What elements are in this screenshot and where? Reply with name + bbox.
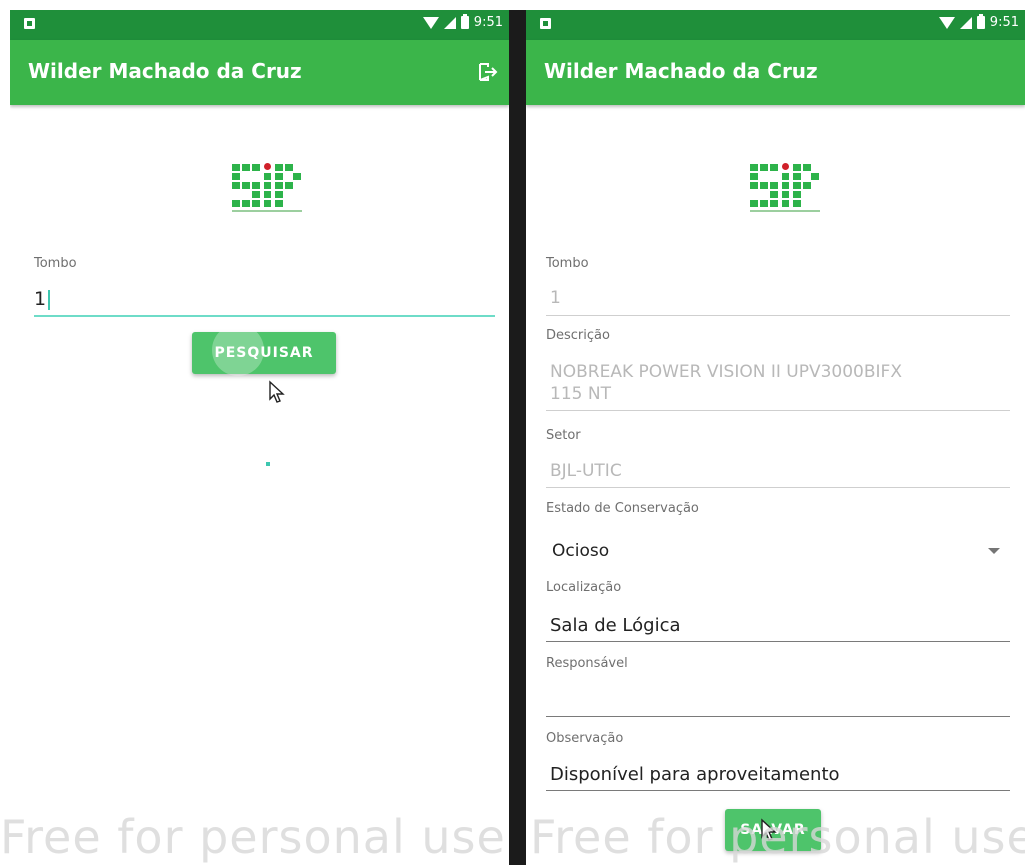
- watermark-right: Free for personal use: [530, 810, 1025, 864]
- tombo-label: Tombo: [34, 256, 77, 271]
- signal-icon: [443, 16, 456, 29]
- text-cursor: [48, 289, 51, 310]
- right-screen: 9:51 Wilder Machado da Cruz Tombo 1 Desc…: [526, 10, 1025, 865]
- dropdown-arrow-icon: [988, 548, 1000, 554]
- battery-icon: [460, 14, 469, 29]
- descricao-value-line1: NOBREAK POWER VISION II UPV3000BIFX: [550, 362, 902, 382]
- progress-indicator: [266, 462, 270, 466]
- responsavel-underline: [546, 716, 1010, 717]
- observacao-label: Observação: [546, 731, 624, 746]
- responsavel-label: Responsável: [546, 656, 628, 671]
- app-bar: Wilder Machado da Cruz: [526, 40, 1025, 105]
- localizacao-underline: [546, 641, 1010, 642]
- setor-underline: [546, 487, 1010, 488]
- status-time: 9:51: [473, 15, 503, 30]
- notification-icon: [24, 18, 35, 29]
- observacao-input[interactable]: Disponível para aproveitamento: [550, 764, 840, 785]
- observacao-underline: [546, 790, 1010, 791]
- descricao-underline: [546, 410, 1010, 411]
- localizacao-label: Localização: [546, 580, 622, 595]
- estado-select[interactable]: Ocioso: [546, 530, 1010, 568]
- descricao-label: Descrição: [546, 328, 610, 343]
- search-button-label: PESQUISAR: [214, 345, 314, 361]
- screen-divider: [509, 10, 526, 865]
- watermark-left: Free for personal use: [0, 810, 506, 864]
- sip-logo: [232, 163, 302, 212]
- sip-logo: [750, 163, 820, 212]
- tombo-input-value: 1: [34, 288, 47, 310]
- status-bar: 9:51: [526, 10, 1025, 40]
- status-indicators: 9:51: [422, 14, 503, 30]
- wifi-icon: [422, 16, 439, 29]
- app-title: Wilder Machado da Cruz: [544, 59, 818, 83]
- setor-label: Setor: [546, 428, 581, 443]
- status-indicators: 9:51: [938, 14, 1019, 30]
- battery-icon: [976, 14, 985, 29]
- tombo-underline: [34, 315, 495, 317]
- app-title: Wilder Machado da Cruz: [28, 59, 302, 83]
- tombo-label: Tombo: [546, 256, 589, 271]
- estado-selected-value: Ocioso: [552, 541, 610, 561]
- setor-value: BJL-UTIC: [550, 461, 622, 481]
- top-strip-text: [6, 0, 15, 10]
- status-bar: 9:51: [10, 10, 509, 40]
- tombo-underline: [546, 315, 1010, 316]
- search-button[interactable]: PESQUISAR: [192, 324, 336, 376]
- status-time: 9:51: [989, 15, 1019, 30]
- estado-label: Estado de Conservação: [546, 501, 699, 516]
- signal-icon: [959, 16, 972, 29]
- notification-icon: [540, 18, 551, 29]
- left-screen: 9:51 Wilder Machado da Cruz Tombo 1 PESQ…: [10, 10, 509, 865]
- logout-icon[interactable]: [475, 60, 499, 84]
- pointer-cursor-icon: [269, 380, 285, 403]
- app-bar: Wilder Machado da Cruz: [10, 40, 509, 105]
- localizacao-input[interactable]: Sala de Lógica: [550, 615, 681, 636]
- top-strip: [0, 0, 1025, 10]
- tombo-input[interactable]: 1: [34, 288, 51, 310]
- tombo-value: 1: [550, 288, 561, 308]
- descricao-value-line2: 115 NT: [550, 384, 611, 404]
- wifi-icon: [938, 16, 955, 29]
